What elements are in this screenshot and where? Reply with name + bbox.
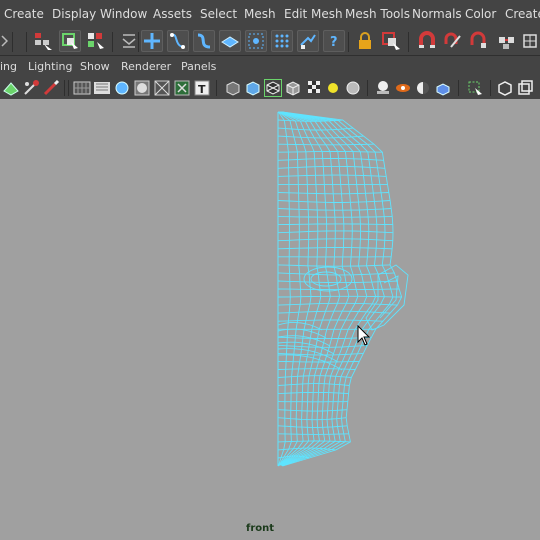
textured-icon[interactable] bbox=[93, 79, 111, 97]
camera-attrs-icon[interactable] bbox=[496, 79, 514, 97]
display-icon[interactable] bbox=[414, 79, 432, 97]
menu-assets[interactable]: Assets bbox=[153, 7, 192, 21]
select-by-component-icon[interactable] bbox=[85, 30, 107, 52]
grid-icon[interactable] bbox=[522, 30, 540, 52]
panel-separator bbox=[367, 80, 368, 96]
bookmark-icon[interactable] bbox=[516, 79, 534, 97]
panel-menu-lighting[interactable]: Lighting bbox=[28, 60, 72, 73]
mesh-edge bbox=[280, 111, 368, 466]
panel-separator bbox=[64, 80, 65, 96]
panel-separator bbox=[216, 80, 217, 96]
shelf-separator bbox=[408, 32, 409, 52]
shelf-separator bbox=[26, 32, 27, 52]
panel-menu-show[interactable]: Show bbox=[80, 60, 110, 73]
lock-icon[interactable] bbox=[354, 30, 376, 52]
camera-icon[interactable] bbox=[2, 79, 20, 97]
dof-icon[interactable] bbox=[306, 79, 324, 97]
menu-color[interactable]: Color bbox=[465, 7, 496, 21]
soft-select-icon[interactable] bbox=[468, 30, 490, 52]
svg-text:?: ? bbox=[330, 35, 338, 50]
shadows-icon[interactable] bbox=[133, 79, 151, 97]
select-highlight-icon[interactable] bbox=[380, 30, 402, 52]
collapse-arrow-icon[interactable] bbox=[0, 35, 8, 47]
mesh-edge bbox=[281, 111, 385, 466]
panel-menu-shading[interactable]: ing bbox=[0, 60, 17, 73]
panel-menu-bar: ing Lighting Show Renderer Panels bbox=[0, 56, 540, 77]
menu-mesh[interactable]: Mesh bbox=[244, 7, 276, 21]
make-live-icon[interactable] bbox=[245, 30, 267, 52]
maya-window: Create Display Window Assets Select Mesh… bbox=[0, 0, 540, 540]
select-by-hierarchy-icon[interactable] bbox=[32, 30, 54, 52]
magnet-icon[interactable] bbox=[416, 30, 438, 52]
symmetry-icon[interactable] bbox=[442, 30, 464, 52]
menu-mesh-tools[interactable]: Mesh Tools bbox=[345, 7, 410, 21]
field-chart-icon[interactable] bbox=[264, 79, 282, 97]
use-all-lights-icon[interactable] bbox=[113, 79, 131, 97]
panel-toolbar: T bbox=[0, 77, 540, 100]
menu-normals[interactable]: Normals bbox=[412, 7, 462, 21]
render-icon[interactable] bbox=[297, 30, 319, 52]
menu-display[interactable]: Display bbox=[52, 7, 96, 21]
snap-to-curve-icon[interactable] bbox=[167, 30, 189, 52]
isolate-icon[interactable] bbox=[173, 79, 191, 97]
isolate-select-icon[interactable] bbox=[434, 79, 452, 97]
panel-menu-panels[interactable]: Panels bbox=[181, 60, 216, 73]
snap-to-grid-icon[interactable] bbox=[141, 30, 163, 52]
grid-toggle-icon[interactable]: T bbox=[193, 79, 211, 97]
snap-to-plane-icon[interactable] bbox=[219, 30, 241, 52]
panel-separator bbox=[458, 80, 459, 96]
safe-action-icon[interactable] bbox=[284, 79, 302, 97]
panel-separator bbox=[68, 80, 69, 96]
anti-alias-icon[interactable] bbox=[374, 79, 392, 97]
wireframe-on-shaded-icon[interactable] bbox=[73, 79, 91, 97]
help-icon[interactable]: ? bbox=[323, 30, 345, 52]
panel-separator bbox=[490, 80, 491, 96]
mesh-edge bbox=[280, 111, 359, 466]
menu-window[interactable]: Window bbox=[100, 7, 147, 21]
history-icon[interactable] bbox=[271, 30, 293, 52]
resolution-gate-icon[interactable] bbox=[224, 79, 242, 97]
motion-blur-icon[interactable] bbox=[324, 79, 342, 97]
status-line: ? bbox=[0, 28, 540, 56]
shelf-separator bbox=[12, 32, 13, 52]
mesh-edge bbox=[281, 111, 377, 466]
tweak-icon[interactable] bbox=[496, 30, 518, 52]
shelf-separator bbox=[112, 32, 113, 52]
layout-icon[interactable] bbox=[466, 79, 484, 97]
menu-edit-mesh[interactable]: Edit Mesh bbox=[284, 7, 343, 21]
menu-create-2[interactable]: Create bbox=[505, 7, 540, 21]
smooth-shade-icon[interactable] bbox=[42, 79, 60, 97]
snap-to-point-icon[interactable] bbox=[193, 30, 215, 52]
film-gate-icon[interactable] bbox=[22, 79, 40, 97]
ambient-occlusion-icon[interactable] bbox=[344, 79, 362, 97]
menu-set-icon[interactable] bbox=[118, 30, 140, 52]
camera-name-label: front bbox=[245, 523, 275, 534]
gate-mask-icon[interactable] bbox=[244, 79, 262, 97]
menu-create[interactable]: Create bbox=[4, 7, 44, 21]
shelf-separator bbox=[138, 32, 139, 52]
mouse-cursor-icon bbox=[357, 325, 371, 346]
hud-icon[interactable] bbox=[394, 79, 412, 97]
menu-select[interactable]: Select bbox=[200, 7, 237, 21]
panel-menu-renderer[interactable]: Renderer bbox=[121, 60, 171, 73]
main-menu-bar: Create Display Window Assets Select Mesh… bbox=[0, 0, 540, 29]
shelf-separator bbox=[348, 32, 349, 52]
head-mesh-wireframe[interactable] bbox=[0, 99, 540, 540]
viewport-front[interactable]: front bbox=[0, 99, 540, 540]
xray-icon[interactable] bbox=[153, 79, 171, 97]
svg-text:T: T bbox=[198, 83, 206, 96]
select-by-object-icon[interactable] bbox=[59, 30, 81, 52]
